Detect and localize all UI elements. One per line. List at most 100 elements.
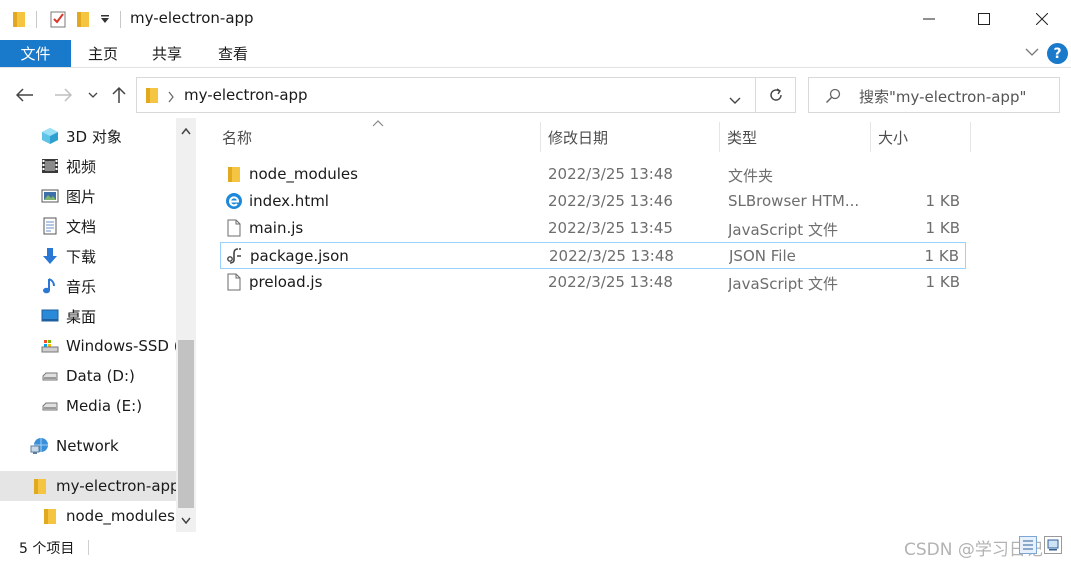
drive-icon (40, 396, 60, 416)
refresh-icon (769, 88, 782, 101)
address-bar[interactable]: my-electron-app (136, 77, 756, 113)
browser-html-icon (224, 191, 244, 211)
minimize-button[interactable] (901, 0, 957, 38)
pictures-icon (40, 186, 60, 206)
refresh-button[interactable] (756, 77, 796, 113)
sidebar-item-music[interactable]: 音乐 (0, 271, 176, 301)
file-date: 2022/3/25 13:45 (548, 219, 673, 237)
ribbon-tabs: 文件 主页 共享 查看 ? (0, 38, 1071, 68)
file-size: 1 KB (925, 192, 960, 210)
sidebar-item-downloads[interactable]: 下载 (0, 241, 176, 271)
scroll-down-arrow-icon[interactable] (176, 510, 196, 530)
column-divider[interactable] (719, 122, 720, 152)
status-bar: 5 个项目 CSDN @学习日记 (0, 532, 1071, 563)
breadcrumb-chevron-icon[interactable] (167, 89, 175, 107)
tab-file[interactable]: 文件 (0, 40, 71, 67)
scrollbar-thumb[interactable] (178, 340, 194, 508)
new-folder-icon[interactable] (74, 9, 92, 29)
sidebar-scrollbar[interactable] (176, 118, 196, 532)
recent-locations-chevron-icon[interactable] (84, 84, 102, 106)
close-button[interactable] (1014, 0, 1070, 38)
file-type: JSON File (729, 247, 796, 265)
column-divider[interactable] (970, 122, 971, 152)
file-name: preload.js (249, 273, 323, 291)
minimize-icon (923, 18, 935, 20)
column-header-name[interactable]: 名称 (222, 118, 252, 156)
file-row[interactable]: index.html 2022/3/25 13:46 SLBrowser HTM… (220, 188, 966, 215)
expand-ribbon-chevron-icon[interactable] (1024, 44, 1040, 60)
tab-share[interactable]: 共享 (152, 40, 182, 67)
file-list: 名称 修改日期 类型 大小 node_modules 2022/3/25 13:… (198, 118, 1071, 532)
file-type: JavaScript 文件 (728, 221, 838, 239)
column-divider[interactable] (540, 122, 541, 152)
music-icon (40, 276, 60, 296)
forward-arrow-icon[interactable] (52, 84, 74, 106)
sidebar-item-windows-ssd[interactable]: Windows-SSD ( (0, 331, 176, 361)
sidebar-item-my-electron-app[interactable]: my-electron-app (0, 471, 176, 501)
sidebar-item-label: 文档 (66, 217, 97, 236)
up-arrow-icon[interactable] (108, 84, 130, 106)
file-row[interactable]: package.json 2022/3/25 13:48 JSON File 1… (220, 242, 966, 269)
sidebar-item-media-e[interactable]: Media (E:) (0, 391, 176, 421)
column-header-date[interactable]: 修改日期 (548, 118, 608, 156)
navigation-bar: my-electron-app 搜索"my-electron-app" (0, 70, 1071, 118)
sidebar-item-label: Media (E:) (66, 397, 143, 415)
file-date: 2022/3/25 13:48 (548, 273, 673, 291)
sidebar-item-label: node_modules (66, 507, 175, 525)
column-divider[interactable] (870, 122, 871, 152)
customize-toolbar-dropdown-icon[interactable] (97, 9, 113, 29)
sort-ascending-icon (372, 120, 384, 127)
file-name: index.html (249, 192, 329, 210)
breadcrumb-item[interactable]: my-electron-app (184, 86, 308, 104)
drive-icon (40, 366, 60, 386)
back-arrow-icon[interactable] (14, 84, 36, 106)
file-name: node_modules (249, 165, 358, 183)
window-title: my-electron-app (130, 9, 254, 27)
sidebar-item-3d-objects[interactable]: 3D 对象 (0, 121, 176, 151)
sidebar-item-videos[interactable]: 视频 (0, 151, 176, 181)
separator (120, 11, 121, 28)
sidebar-item-label: Windows-SSD ( (66, 337, 176, 355)
sidebar-item-pictures[interactable]: 图片 (0, 181, 176, 211)
folder-icon (224, 164, 244, 184)
sidebar-item-data-d[interactable]: Data (D:) (0, 361, 176, 391)
column-header-type[interactable]: 类型 (727, 118, 757, 156)
separator (88, 540, 89, 555)
sidebar-item-documents[interactable]: 文档 (0, 211, 176, 241)
search-icon (825, 88, 841, 108)
address-history-chevron-icon[interactable] (729, 91, 741, 109)
column-header-size[interactable]: 大小 (878, 118, 908, 156)
desktop-icon (40, 306, 60, 326)
file-row[interactable]: preload.js 2022/3/25 13:48 JavaScript 文件… (220, 269, 966, 296)
help-button[interactable]: ? (1047, 43, 1068, 64)
sidebar-item-label: 桌面 (66, 307, 97, 326)
file-type: JavaScript 文件 (728, 275, 838, 293)
file-date: 2022/3/25 13:48 (549, 247, 674, 265)
sidebar-item-label: Network (56, 437, 119, 455)
search-input[interactable]: 搜索"my-electron-app" (808, 77, 1060, 113)
file-name: package.json (250, 247, 349, 265)
network-icon (30, 436, 50, 456)
properties-checkmark-icon[interactable] (48, 9, 68, 29)
file-type: SLBrowser HTM... (728, 192, 860, 210)
tab-home[interactable]: 主页 (88, 40, 118, 67)
item-count: 5 个项目 (19, 541, 75, 557)
documents-icon (40, 216, 60, 236)
folder-icon (30, 476, 50, 496)
folder-icon (40, 506, 60, 526)
sidebar-item-label: Data (D:) (66, 367, 135, 385)
file-row[interactable]: main.js 2022/3/25 13:45 JavaScript 文件 1 … (220, 215, 966, 242)
details-view-icon[interactable] (1019, 536, 1037, 554)
sidebar-item-node-modules[interactable]: node_modules (0, 501, 176, 531)
file-size: 1 KB (925, 273, 960, 291)
sidebar-item-desktop[interactable]: 桌面 (0, 301, 176, 331)
maximize-button[interactable] (956, 0, 1012, 38)
file-date: 2022/3/25 13:48 (548, 165, 673, 183)
scroll-up-arrow-icon[interactable] (176, 121, 196, 141)
tab-view[interactable]: 查看 (218, 40, 248, 67)
file-row[interactable]: node_modules 2022/3/25 13:48 文件夹 (220, 161, 966, 188)
large-icons-view-icon[interactable] (1044, 536, 1062, 554)
sidebar-item-label: my-electron-app (56, 477, 176, 495)
sidebar-item-network[interactable]: Network (0, 431, 176, 461)
sidebar-item-label: 3D 对象 (66, 127, 122, 146)
